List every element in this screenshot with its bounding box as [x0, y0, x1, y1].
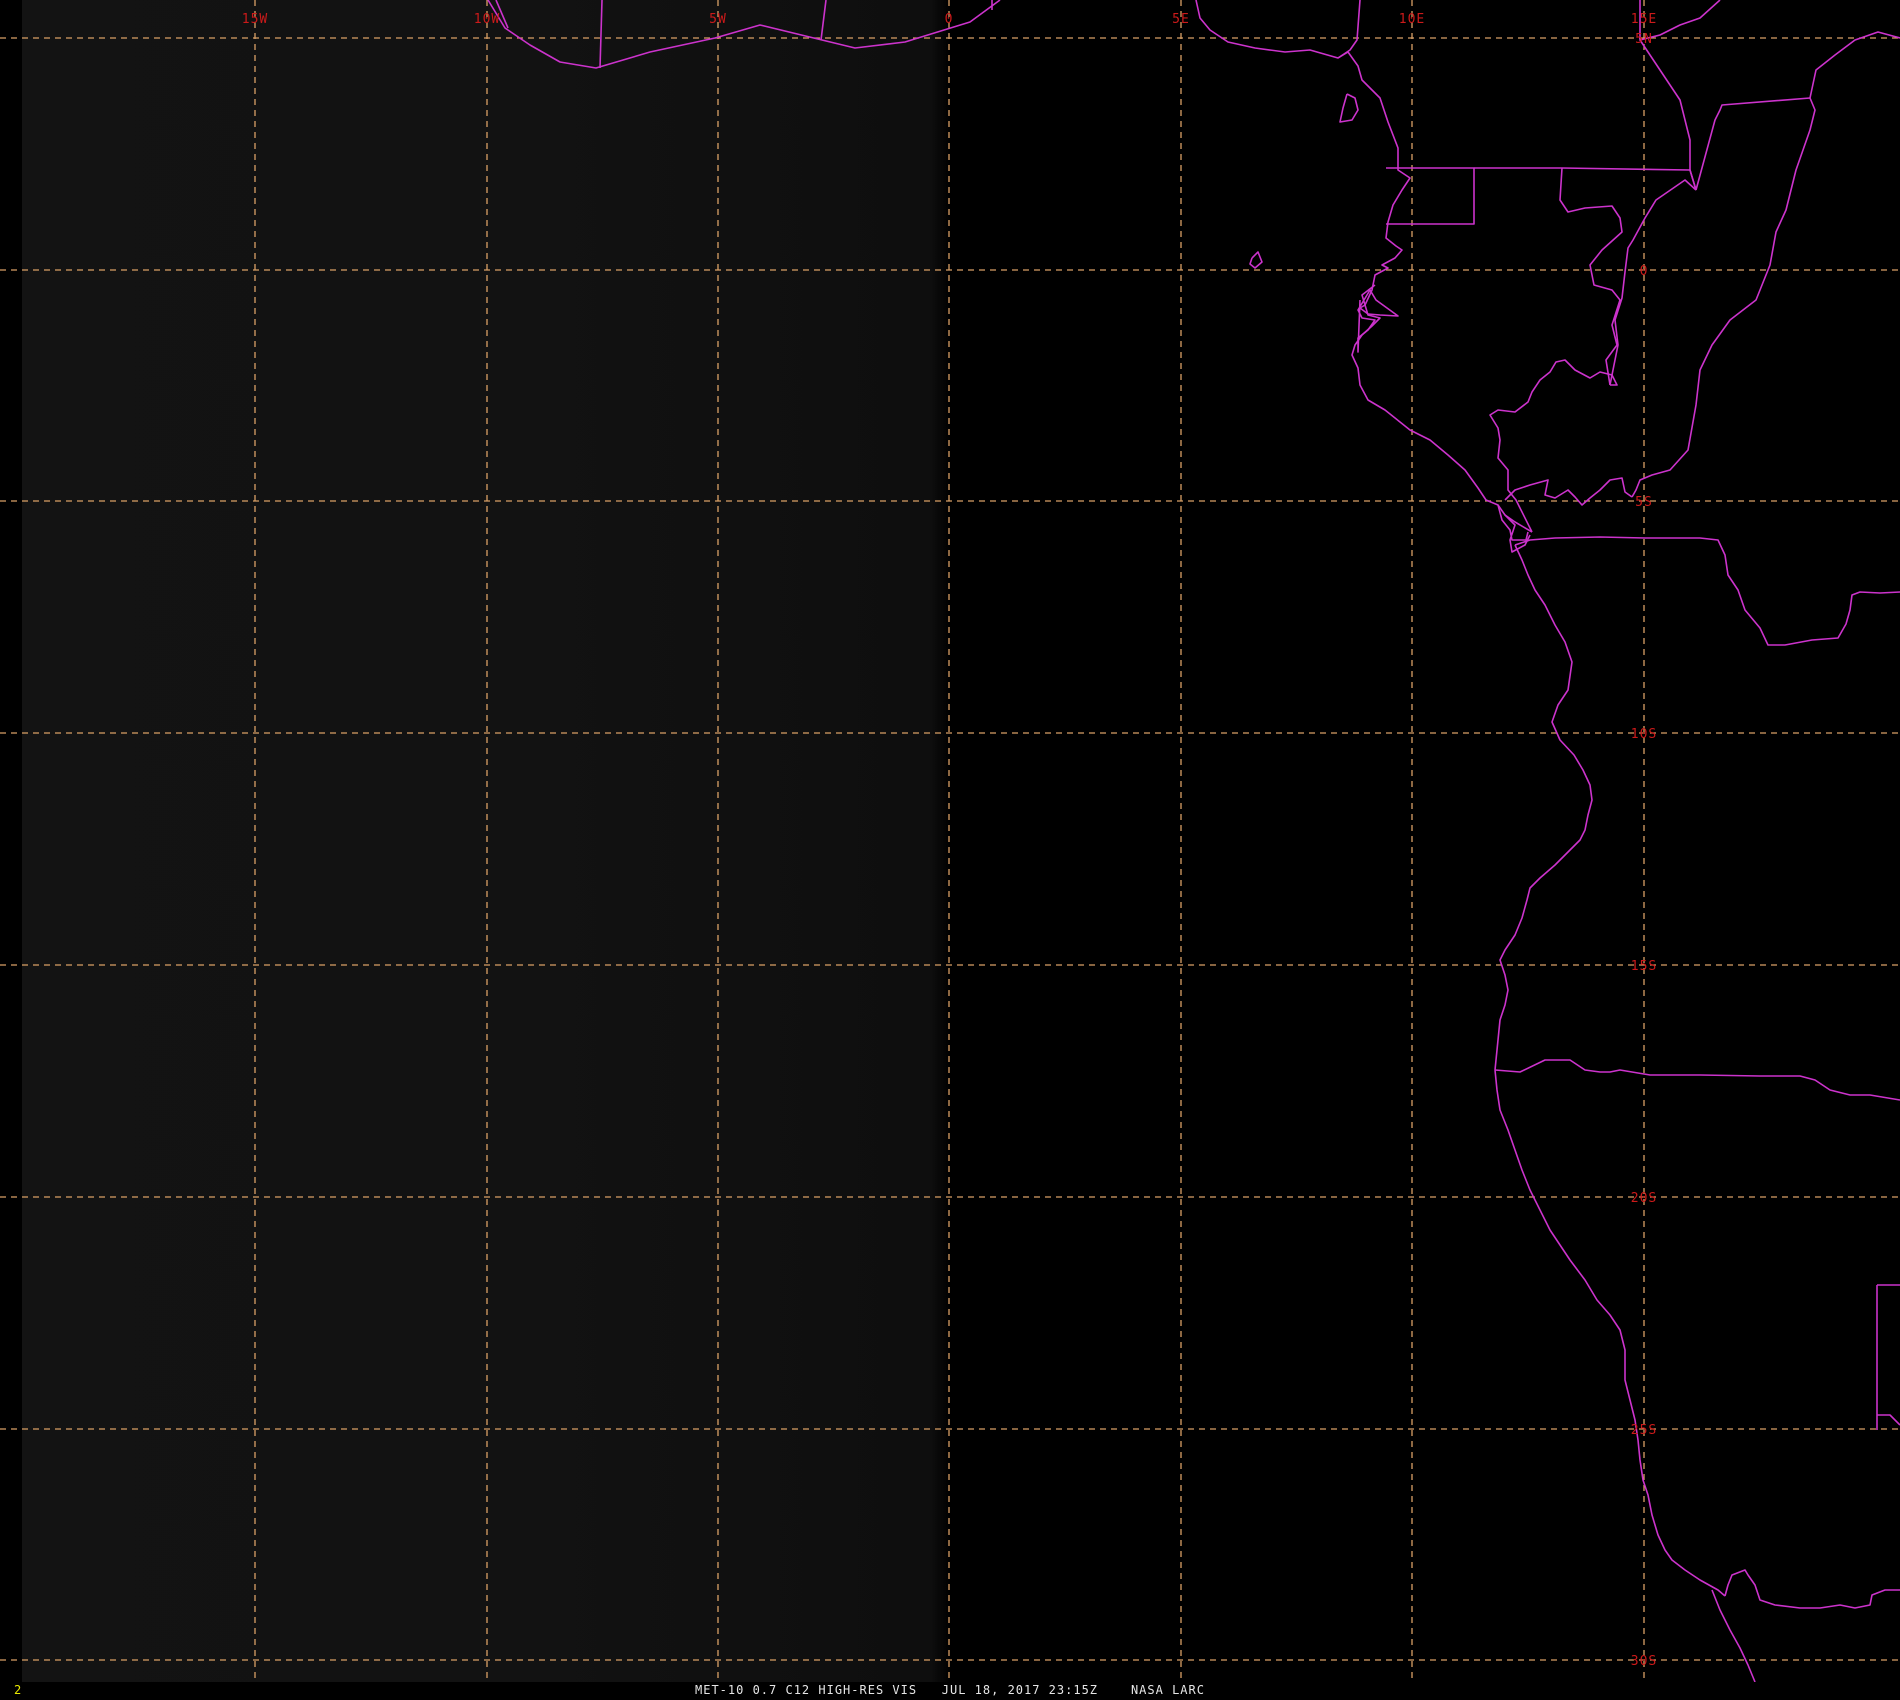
lon-label-15E: 15E: [1631, 12, 1657, 27]
lat-label-20S: 20S: [1631, 1191, 1657, 1206]
lon-label-5W: 5W: [709, 12, 727, 27]
caption-sensor: MET-10 0.7 C12 HIGH-RES VIS: [695, 1683, 918, 1697]
image-caption: MET-10 0.7 C12 HIGH-RES VIS JUL 18, 2017…: [0, 1683, 1900, 1697]
lon-label-10E: 10E: [1399, 12, 1425, 27]
lat-label-0: 0: [1640, 264, 1649, 279]
caption-source: NASA LARC: [1130, 1683, 1205, 1697]
lat-label-10S: 10S: [1631, 727, 1657, 742]
lon-label-5E: 5E: [1172, 12, 1190, 27]
lon-label-10W: 10W: [474, 12, 500, 27]
caption-datetime: JUL 18, 2017 23:15Z: [941, 1683, 1099, 1697]
lat-label-5S: 5S: [1635, 495, 1653, 510]
lon-label-15W: 15W: [242, 12, 268, 27]
satellite-map: 15W 10W 5W 0 5E 10E 15E 5N 0 5S 10S 15S 20S 25S 30S: [0, 0, 1900, 1700]
lon-label-0: 0: [945, 12, 954, 27]
lat-label-5N: 5N: [1635, 32, 1653, 47]
lat-label-15S: 15S: [1631, 959, 1657, 974]
lat-label-30S: 30S: [1631, 1654, 1657, 1669]
image-shaded-region: [0, 0, 950, 1682]
lat-label-25S: 25S: [1631, 1423, 1657, 1438]
